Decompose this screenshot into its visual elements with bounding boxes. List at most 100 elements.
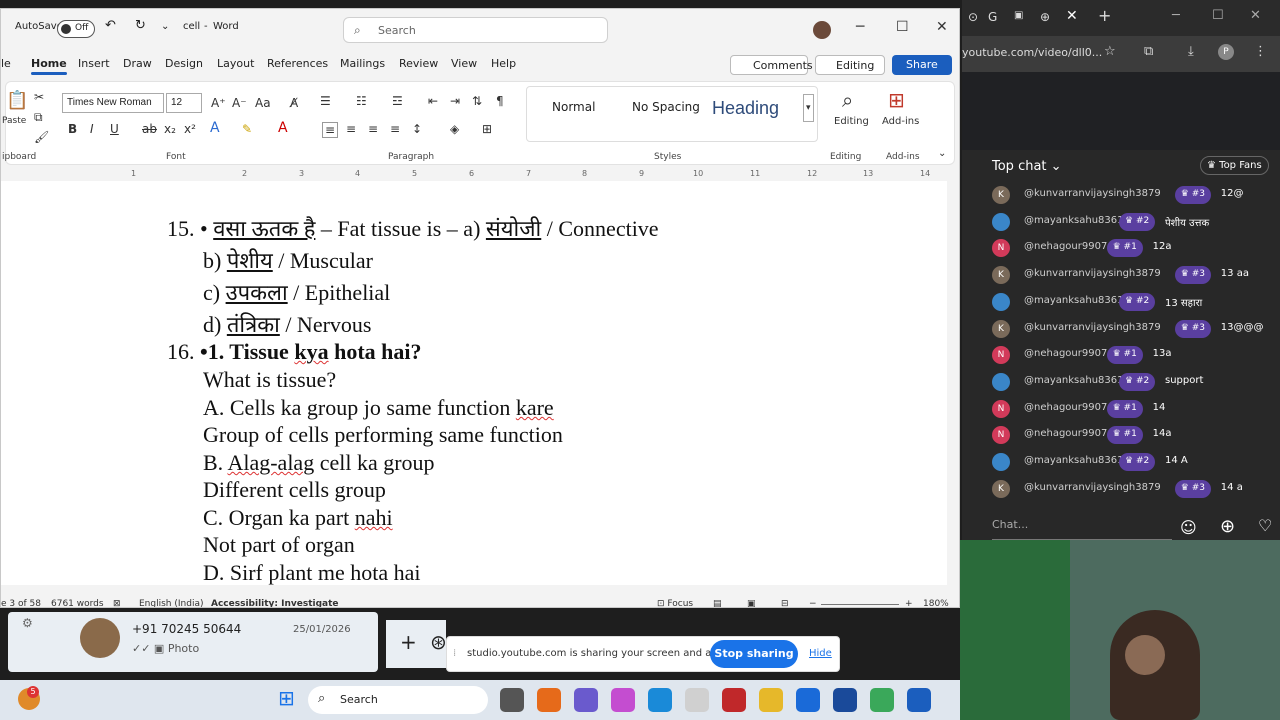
shading-icon[interactable]: ◈ <box>450 122 459 136</box>
numbering-icon[interactable]: ☷ <box>356 94 367 108</box>
close-icon[interactable]: ✕ <box>1250 8 1261 23</box>
chat-message-list[interactable]: K @kunvarranvijaysingh3879 ♛ #3 12@ @mayanks… <box>962 182 1280 502</box>
bookmark-icon[interactable]: ☆ <box>1104 44 1116 59</box>
hide-link[interactable]: Hide <box>809 648 832 659</box>
align-left-icon[interactable]: ≡ <box>322 122 339 138</box>
download-icon[interactable]: ⤓ <box>1188 44 1194 59</box>
sticker-icon[interactable]: ⊛ <box>430 630 447 654</box>
file-manager-icon[interactable] <box>500 688 524 712</box>
chat-author[interactable]: @nehagour9907 <box>1024 348 1107 359</box>
chat-message[interactable]: K @kunvarranvijaysingh3879 ♛ #3 12@ <box>962 182 1280 208</box>
chat-input[interactable]: Chat... <box>992 518 1172 540</box>
shrink-font-icon[interactable]: A⁻ <box>232 96 247 110</box>
copilot-icon[interactable] <box>611 688 635 712</box>
redo-icon[interactable]: ↻ <box>135 18 146 33</box>
edge-icon[interactable] <box>648 688 672 712</box>
justify-icon[interactable]: ≡ <box>390 122 400 136</box>
change-case-icon[interactable]: Aa <box>255 96 271 110</box>
tab-file[interactable]: le <box>1 57 11 70</box>
language-indicator[interactable]: English (India) <box>139 599 203 607</box>
whatsapp-notification[interactable]: ⚙ +91 70245 50644 25/01/2026 ✓✓ ▣ Photo <box>8 612 378 672</box>
style-heading[interactable]: Heading <box>712 98 779 119</box>
extensions-icon[interactable]: ⧉ <box>1144 44 1153 59</box>
chat-avatar[interactable]: K <box>992 266 1010 285</box>
borders-icon[interactable]: ⊞ <box>482 122 492 136</box>
align-center-icon[interactable]: ≡ <box>346 122 356 136</box>
paste-icon[interactable]: 📋 <box>6 90 28 111</box>
profile-avatar[interactable]: P <box>1218 44 1234 60</box>
focus-button[interactable]: ⊡ Focus <box>657 599 693 607</box>
text-effects-icon[interactable]: A <box>210 120 220 136</box>
heart-icon[interactable]: ♡ <box>1258 516 1272 535</box>
zoom-in-icon[interactable]: + <box>905 599 913 607</box>
chat-mode-dropdown[interactable]: Top chat ⌄ <box>992 159 1062 174</box>
addins-button[interactable]: Add-ins <box>882 116 919 127</box>
print-layout-icon[interactable]: ▣ <box>747 599 756 607</box>
url-text[interactable]: youtube.com/video/dll0... <box>962 46 1102 59</box>
font-size-select[interactable]: 12 <box>166 93 202 113</box>
chat-author[interactable]: @kunvarranvijaysingh3879 <box>1024 482 1161 493</box>
stop-sharing-button[interactable]: Stop sharing <box>710 640 798 668</box>
tab-home[interactable]: Home <box>31 57 67 75</box>
chat-author[interactable]: @kunvarranvijaysingh3879 <box>1024 268 1161 279</box>
chat-message[interactable]: N @nehagour9907 ♛ #1 13a <box>962 342 1280 368</box>
word-taskbar-icon[interactable] <box>907 688 931 712</box>
firefox-icon[interactable] <box>537 688 561 712</box>
copy-icon[interactable]: ⧉ <box>34 110 43 125</box>
addins-icon[interactable]: ⊞ <box>888 88 905 112</box>
tab-view[interactable]: View <box>451 57 477 70</box>
find-icon[interactable]: ⌕ <box>842 88 853 112</box>
snipping-icon[interactable] <box>685 688 709 712</box>
chat-author[interactable]: @nehagour9907 <box>1024 241 1107 252</box>
chat-message[interactable]: @mayanksahu8361 ♛ #2 13 सहारा <box>962 289 1280 315</box>
word-count[interactable]: 6761 words <box>51 599 104 607</box>
underline-icon[interactable]: U <box>110 122 119 136</box>
tab-references[interactable]: References <box>267 57 328 70</box>
cut-icon[interactable]: ✂ <box>34 90 44 104</box>
taskbar-search[interactable]: ⌕ Search <box>308 686 488 714</box>
settings-icon[interactable]: ⚙ <box>22 616 33 630</box>
chat-author[interactable]: @mayanksahu8361 <box>1024 455 1124 466</box>
chat-message[interactable]: N @nehagour9907 ♛ #1 14 <box>962 396 1280 422</box>
autosave-toggle[interactable]: Off <box>57 20 95 38</box>
minimize-icon[interactable]: ─ <box>856 19 864 35</box>
proofing-icon[interactable]: ⊠ <box>113 599 121 607</box>
search-box[interactable]: ⌕ Search <box>343 17 608 43</box>
document-page[interactable]: 15. • वसा ऊतक है – Fat tissue is – a) सं… <box>1 181 947 585</box>
multilevel-icon[interactable]: ☲ <box>392 94 403 108</box>
store-icon[interactable] <box>833 688 857 712</box>
chat-message[interactable]: K @kunvarranvijaysingh3879 ♛ #3 14 a <box>962 476 1280 502</box>
chat-avatar[interactable] <box>992 292 1010 311</box>
editing-mode-button[interactable]: Editing <box>815 55 885 75</box>
chat-author[interactable]: @kunvarranvijaysingh3879 <box>1024 188 1161 199</box>
chat-message[interactable]: K @kunvarranvijaysingh3879 ♛ #3 13@@@ <box>962 316 1280 342</box>
chat-author[interactable]: @nehagour9907 <box>1024 402 1107 413</box>
increase-indent-icon[interactable]: ⇥ <box>450 94 460 108</box>
start-icon[interactable]: ⊞ <box>278 686 295 710</box>
mcafee-icon[interactable] <box>722 688 746 712</box>
folder-icon[interactable] <box>759 688 783 712</box>
chat-author[interactable]: @mayanksahu8361 <box>1024 295 1124 306</box>
globe-tab-icon[interactable]: ⊕ <box>1040 10 1050 24</box>
italic-icon[interactable]: I <box>90 122 94 136</box>
close-tab-icon[interactable]: ✕ <box>1066 8 1078 24</box>
accessibility-status[interactable]: Accessibility: Investigate <box>211 599 339 607</box>
minimize-icon[interactable]: ─ <box>1172 8 1180 23</box>
grow-font-icon[interactable]: A⁺ <box>211 96 226 110</box>
share-button[interactable]: Share <box>892 55 952 75</box>
format-painter-icon[interactable]: 🖌 <box>34 130 49 144</box>
tab-draw[interactable]: Draw <box>123 57 152 70</box>
show-marks-icon[interactable]: ¶ <box>496 94 504 108</box>
chat-avatar[interactable]: N <box>992 346 1010 365</box>
drag-handle-icon[interactable]: ⁞ <box>453 648 456 659</box>
teams-icon[interactable] <box>574 688 598 712</box>
read-mode-icon[interactable]: ▤ <box>713 599 722 607</box>
top-fans-button[interactable]: ♛ Top Fans <box>1200 156 1269 175</box>
chat-author[interactable]: @nehagour9907 <box>1024 428 1107 439</box>
chrome-icon[interactable] <box>870 688 894 712</box>
style-normal[interactable]: Normal <box>552 100 595 114</box>
chat-author[interactable]: @mayanksahu8361 <box>1024 215 1124 226</box>
menu-icon[interactable]: ⋮ <box>1254 44 1267 59</box>
styles-more-icon[interactable]: ▾ <box>803 94 814 122</box>
tab-favicon-icon[interactable]: ▣ <box>1014 10 1023 21</box>
